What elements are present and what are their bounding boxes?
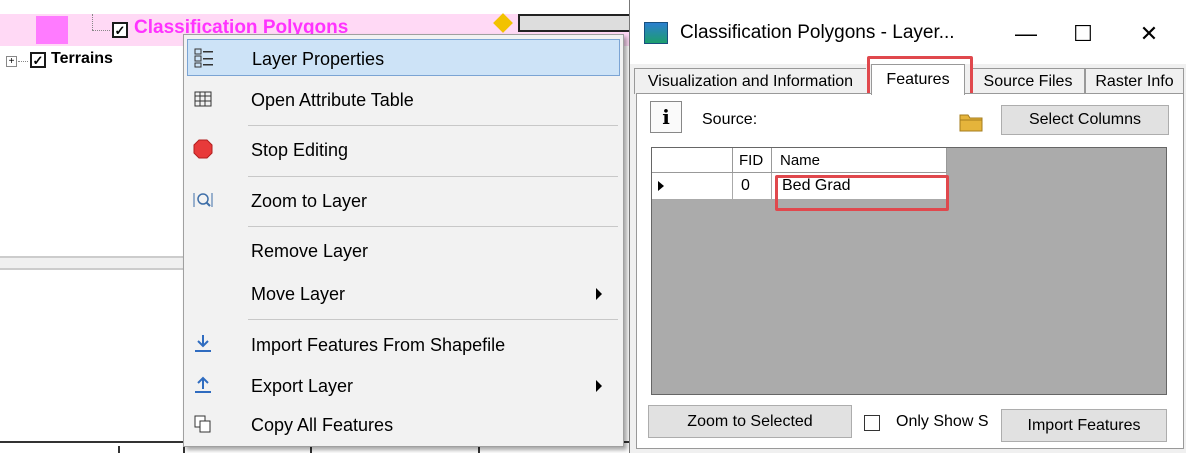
stop-icon xyxy=(192,138,214,160)
copy-icon xyxy=(192,413,214,435)
menu-item-layer-properties[interactable]: Layer Properties xyxy=(187,39,620,76)
menu-item-label: Move Layer xyxy=(251,284,346,304)
tab-source-files[interactable]: Source Files xyxy=(971,68,1085,94)
export-icon xyxy=(192,374,214,396)
submenu-arrow-icon xyxy=(596,380,602,392)
tab-features[interactable]: Features xyxy=(871,64,965,95)
bottom-tab-divider xyxy=(478,446,480,453)
menu-item-label: Copy All Features xyxy=(251,415,394,435)
menu-item-label: Open Attribute Table xyxy=(251,90,414,110)
bottom-tab-divider xyxy=(310,446,312,453)
tab-raster-info[interactable]: Raster Info xyxy=(1085,68,1184,94)
tree-connector xyxy=(92,30,110,31)
close-button[interactable]: ✕ xyxy=(1127,16,1171,52)
menu-item-remove-layer[interactable]: Remove Layer xyxy=(187,232,620,269)
source-label: Source: xyxy=(702,111,758,128)
row-header[interactable] xyxy=(652,173,733,200)
expand-icon[interactable]: + xyxy=(6,56,17,67)
column-header-name[interactable]: Name xyxy=(772,148,947,173)
check-icon: ✓ xyxy=(114,22,126,38)
only-show-selected-checkbox[interactable] xyxy=(864,415,880,431)
layer-name-terrains[interactable]: Terrains xyxy=(51,50,113,68)
menu-item-label: Export Layer xyxy=(251,376,354,396)
menu-item-move-layer[interactable]: Move Layer xyxy=(187,275,620,312)
menu-separator xyxy=(248,125,618,126)
name-cell-highlight xyxy=(775,175,949,211)
layer-edit-toolbar xyxy=(518,14,630,32)
check-icon: ✓ xyxy=(32,52,44,68)
row-pointer-icon xyxy=(658,181,664,191)
menu-item-label: Remove Layer xyxy=(251,241,369,261)
menu-separator xyxy=(248,226,618,227)
minimize-button[interactable]: — xyxy=(1004,16,1048,52)
terrains-visibility-checkbox[interactable]: ✓ xyxy=(30,52,46,68)
submenu-arrow-icon xyxy=(596,288,602,300)
menu-item-zoom-to-layer[interactable]: Zoom to Layer xyxy=(187,182,620,219)
zoom-to-selected-button[interactable]: Zoom to Selected xyxy=(648,405,852,438)
menu-item-import-features-from-shapefile[interactable]: Import Features From Shapefile xyxy=(187,326,620,363)
menu-separator xyxy=(248,319,618,320)
tab-visualization-and-information[interactable]: Visualization and Information xyxy=(634,68,866,94)
menu-item-label: Stop Editing xyxy=(251,140,349,160)
layer-visibility-checkbox[interactable]: ✓ xyxy=(112,22,128,38)
tree-connector xyxy=(18,61,28,62)
panel-splitter[interactable] xyxy=(0,256,190,270)
bottom-tab-divider xyxy=(118,446,120,453)
app-icon xyxy=(644,22,668,44)
info-button[interactable]: i xyxy=(650,101,682,133)
only-show-selected-label: Only Show S xyxy=(896,413,989,430)
menu-item-label: Zoom to Layer xyxy=(251,191,368,211)
menu-separator xyxy=(248,176,618,177)
bottom-tab-divider xyxy=(183,446,185,453)
import-features-button[interactable]: Import Features xyxy=(1001,409,1167,442)
maximize-button[interactable]: ☐ xyxy=(1061,16,1105,52)
layer-properties-dialog: Classification Polygons - Layer... — ☐ ✕… xyxy=(629,0,1186,453)
layer-color-swatch xyxy=(36,16,68,44)
table-cell-fid[interactable]: 0 xyxy=(733,173,772,200)
context-menu: Layer Properties Open Attribute Table St… xyxy=(183,34,624,447)
select-columns-button[interactable]: Select Columns xyxy=(1001,105,1169,135)
folder-icon[interactable] xyxy=(959,110,983,137)
menu-item-copy-all-features[interactable]: Copy All Features xyxy=(187,406,620,443)
menu-item-stop-editing[interactable]: Stop Editing xyxy=(187,131,620,168)
menu-item-export-layer[interactable]: Export Layer xyxy=(187,367,620,404)
table-icon xyxy=(192,88,214,110)
import-icon xyxy=(192,333,214,355)
dialog-titlebar[interactable]: Classification Polygons - Layer... — ☐ ✕ xyxy=(630,0,1186,64)
layer-properties-icon xyxy=(193,47,215,69)
column-header-fid[interactable]: FID xyxy=(733,148,772,173)
dialog-title: Classification Polygons - Layer... xyxy=(680,22,955,43)
menu-item-label: Layer Properties xyxy=(252,49,385,69)
menu-item-label: Import Features From Shapefile xyxy=(251,335,506,355)
tab-strip: Visualization and Information Features S… xyxy=(630,64,1186,95)
menu-item-open-attribute-table[interactable]: Open Attribute Table xyxy=(187,81,620,118)
zoom-icon xyxy=(192,189,214,211)
table-corner-header xyxy=(652,148,733,173)
tree-connector xyxy=(92,14,93,30)
